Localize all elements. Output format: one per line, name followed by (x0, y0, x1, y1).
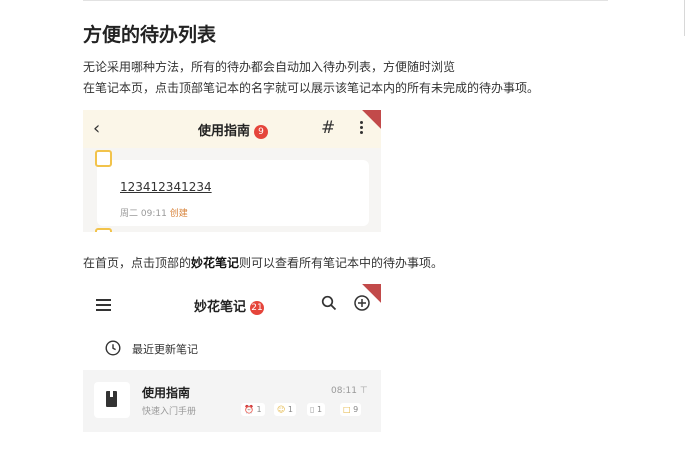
todo-count-badge: 9 (254, 125, 269, 139)
more-vertical-icon[interactable] (355, 119, 367, 139)
notebook-header-bar: ‹ 使用指南 9 # (83, 110, 381, 148)
note-time: 08:11 ⊤ (331, 386, 368, 396)
all-todo-badge: 21 (250, 301, 265, 315)
checkbox-icon: □ (343, 405, 351, 414)
alarm-icon: ⏰ (244, 405, 254, 414)
alarm-count: 1 (256, 405, 262, 414)
notebook-cover (94, 382, 130, 418)
todo-status-count: 1 (287, 405, 293, 414)
menu-icon[interactable] (96, 299, 111, 314)
app-title-label: 妙花笔记 (194, 300, 247, 315)
document-icon: ▯ (310, 405, 315, 414)
todo-count-chip: □ 9 (340, 403, 362, 416)
notebook-name-label: 使用指南 (198, 124, 251, 139)
doc-count-chip: ▯ 1 (307, 403, 326, 416)
todo-checkbox[interactable] (95, 150, 112, 167)
home-instruction-prefix: 在首页，点击顶部的 (83, 256, 192, 270)
todo-checkbox-next[interactable] (95, 228, 112, 232)
doc-count: 1 (316, 405, 323, 414)
recent-notes-label: 最近更新笔记 (132, 343, 198, 356)
todo-meta: 周二 09:11 创建 (120, 206, 188, 219)
note-subtitle: 快速入门手册 (142, 407, 197, 417)
note-time-value: 08:11 (331, 386, 357, 396)
search-icon[interactable] (321, 295, 337, 311)
home-instruction-app-name: 妙花笔记 (191, 256, 240, 270)
intro-line-2: 在笔记本页，点击顶部笔记本的名字就可以展示该笔记本内的所有未完成的待办事项。 (83, 81, 540, 95)
app-title[interactable]: 妙花笔记 21 (194, 296, 265, 315)
back-arrow-icon[interactable]: ‹ (93, 119, 109, 139)
smile-icon: ☺ (277, 405, 286, 414)
pin-icon: ⊤ (359, 386, 368, 396)
book-icon (106, 391, 117, 407)
todo-created: 创建 (169, 209, 188, 219)
todo-date: 周二 09:11 (120, 209, 167, 219)
alarm-count-chip: ⏰ 1 (241, 403, 265, 416)
home-instruction-suffix: 则可以查看所有笔记本中的待办事项。 (239, 256, 444, 270)
todo-card[interactable]: 123412341234 周二 09:11 创建 (97, 160, 369, 226)
note-list-item[interactable]: 使用指南 快速入门手册 08:11 ⊤ ⏰ 1 ☺ 1 ▯ 1 □ 9 (83, 370, 381, 432)
add-circle-icon[interactable] (354, 295, 370, 311)
home-instruction: 在首页，点击顶部的妙花笔记则可以查看所有笔记本中的待办事项。 (83, 254, 443, 272)
notebook-name[interactable]: 使用指南 9 (198, 120, 269, 139)
todo-count: 9 (353, 405, 359, 414)
scrollbar-edge[interactable] (684, 0, 685, 36)
section-title: 方便的待办列表 (83, 24, 217, 46)
todo-text: 123412341234 (120, 180, 212, 194)
clock-icon (105, 340, 121, 356)
top-divider (83, 0, 608, 1)
intro-line-1: 无论采用哪种方法，所有的待办都会自动加入待办列表，方便随时浏览 (83, 60, 456, 74)
note-title: 使用指南 (142, 386, 191, 400)
hash-tag-icon[interactable]: # (321, 118, 335, 138)
notebook-page-screenshot: ‹ 使用指南 9 # 123412341234 周二 09:11 创建 (83, 110, 381, 232)
todo-status-chip: ☺ 1 (274, 403, 296, 416)
home-page-screenshot: 妙花笔记 21 最近更新笔记 使用指南 快速入门手册 08:11 ⊤ ⏰ 1 ☺ … (83, 284, 381, 432)
